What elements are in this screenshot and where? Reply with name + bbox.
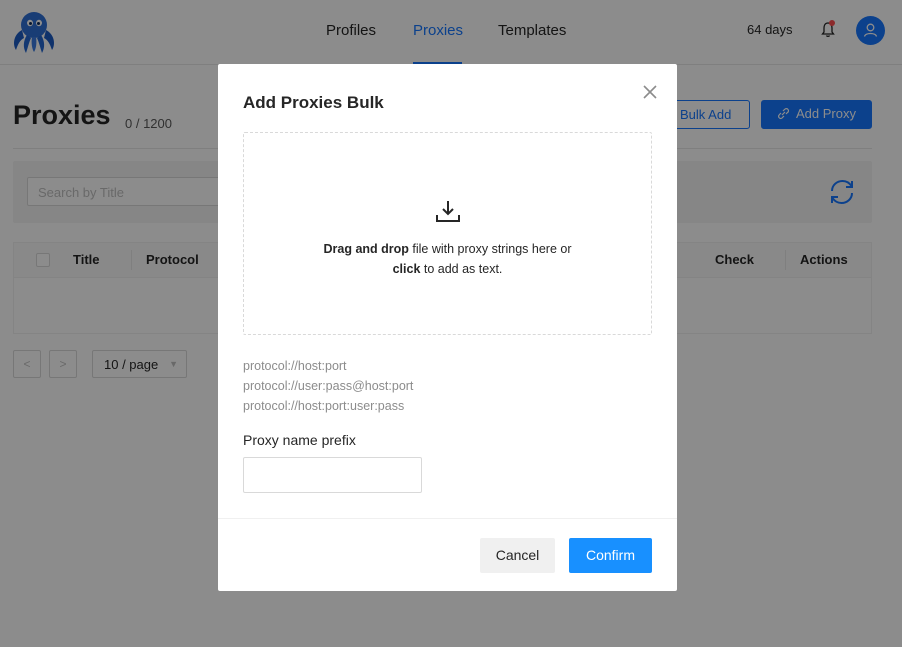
dropzone-click-text: to add as text. (420, 262, 503, 276)
cancel-button[interactable]: Cancel (480, 538, 555, 573)
modal-title: Add Proxies Bulk (243, 93, 384, 112)
download-icon (436, 201, 460, 222)
file-dropzone[interactable]: Drag and drop file with proxy strings he… (243, 132, 652, 335)
add-proxies-bulk-modal: Add Proxies Bulk Drag and drop file with… (218, 64, 677, 591)
format-example: protocol://host:port:user:pass (243, 399, 405, 413)
dropzone-drag-text: file with proxy strings here or (408, 242, 572, 256)
confirm-button[interactable]: Confirm (569, 538, 652, 573)
format-example: protocol://user:pass@host:port (243, 379, 414, 393)
close-icon[interactable] (642, 84, 658, 100)
dropzone-hint-line1: Drag and drop file with proxy strings he… (244, 242, 651, 256)
proxy-name-prefix-label: Proxy name prefix (243, 432, 356, 448)
format-example: protocol://host:port (243, 359, 347, 373)
dropzone-drag-bold: Drag and drop (323, 242, 409, 256)
proxy-name-prefix-input[interactable] (243, 457, 422, 493)
dropzone-click-bold: click (392, 262, 421, 276)
dropzone-hint-line2: click to add as text. (244, 262, 651, 276)
modal-footer-divider (218, 518, 677, 519)
